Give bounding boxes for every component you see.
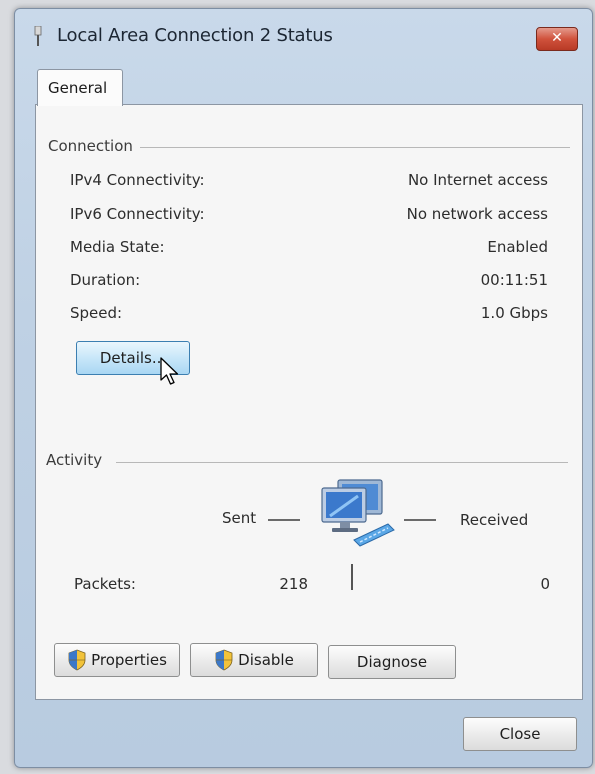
mouse-pointer-icon — [160, 357, 179, 385]
ipv4-label: IPv4 Connectivity: — [70, 171, 205, 189]
uac-shield-icon — [215, 649, 233, 671]
duration-label: Duration: — [70, 271, 141, 289]
disable-button[interactable]: Disable — [190, 643, 318, 677]
properties-button[interactable]: Properties — [54, 643, 180, 677]
media-state-label: Media State: — [70, 238, 165, 256]
duration-value: 00:11:51 — [480, 271, 548, 289]
close-window-button[interactable]: ✕ — [536, 27, 578, 51]
title-bar[interactable]: Local Area Connection 2 Status ✕ — [15, 9, 592, 61]
packets-sent-value: 218 — [279, 575, 308, 593]
ipv4-value: No Internet access — [407, 171, 548, 189]
ipv6-label: IPv6 Connectivity: — [70, 205, 205, 223]
ipv6-value: No network access — [406, 205, 548, 223]
disable-button-label: Disable — [238, 651, 294, 669]
received-label: Received — [460, 511, 529, 529]
status-dialog: Local Area Connection 2 Status ✕ General… — [14, 8, 593, 768]
diagnose-button[interactable]: Diagnose — [328, 645, 456, 679]
general-panel: Connection IPv4 Connectivity: No Interne… — [35, 104, 583, 700]
received-line — [404, 519, 436, 521]
media-state-value: Enabled — [487, 238, 548, 256]
packets-label: Packets: — [74, 575, 136, 593]
network-computers-icon — [321, 479, 395, 547]
uac-shield-icon — [68, 649, 86, 671]
connection-group-label: Connection — [48, 137, 139, 155]
speed-label: Speed: — [70, 304, 123, 322]
network-adapter-icon — [34, 26, 42, 46]
tab-general-label: General — [48, 79, 108, 97]
activity-group-label: Activity — [46, 451, 109, 469]
connection-group-line — [140, 147, 570, 148]
tab-general[interactable]: General — [37, 69, 123, 106]
properties-button-label: Properties — [91, 651, 167, 669]
speed-value: 1.0 Gbps — [480, 304, 548, 322]
close-button[interactable]: Close — [463, 717, 577, 751]
packets-divider — [351, 564, 353, 590]
window-title: Local Area Connection 2 Status — [57, 25, 333, 46]
sent-line — [268, 519, 300, 521]
packets-received-value: 0 — [540, 575, 550, 593]
activity-group-line — [116, 462, 568, 463]
sent-label: Sent — [222, 509, 257, 527]
